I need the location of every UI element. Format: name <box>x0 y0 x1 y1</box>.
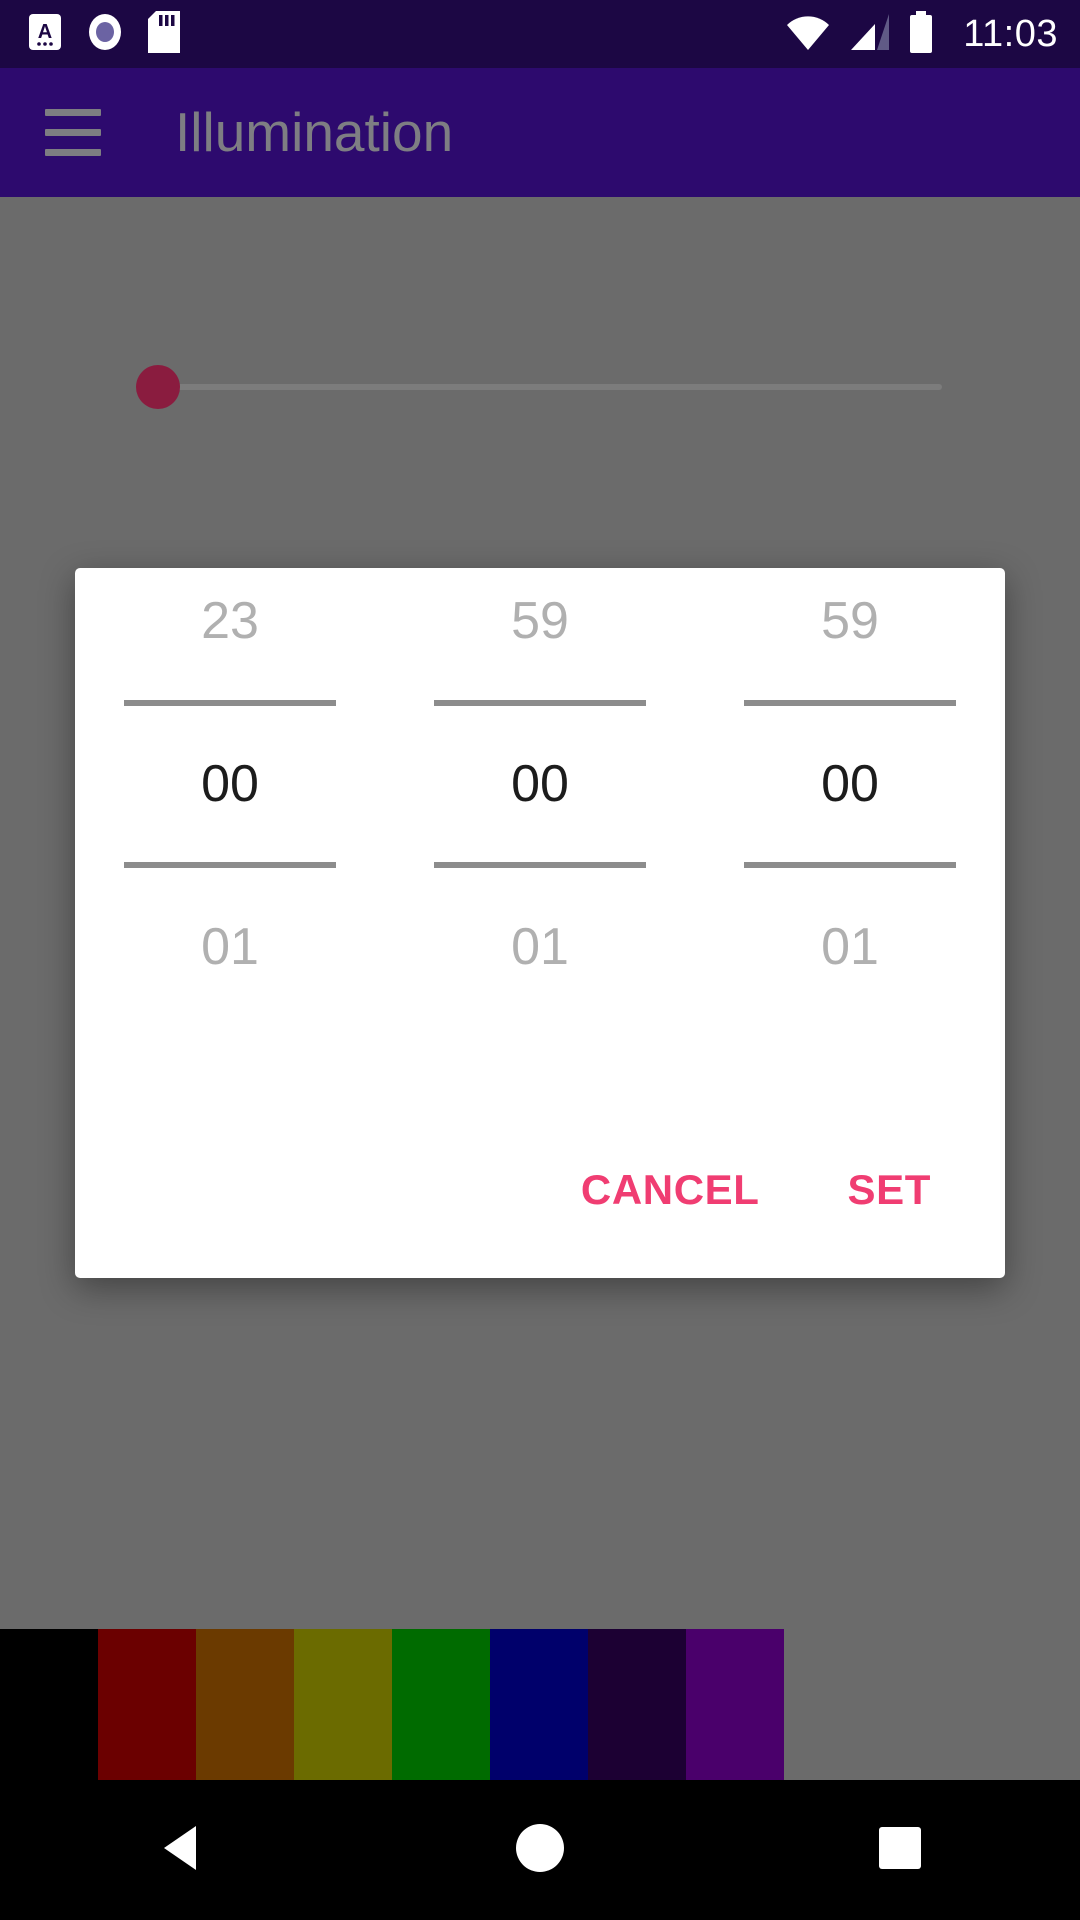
back-triangle-icon <box>156 1822 204 1879</box>
cellular-signal-icon <box>847 12 891 57</box>
hours-picker[interactable]: 23 00 01 <box>75 568 385 1098</box>
seconds-next-value[interactable]: 01 <box>821 916 879 978</box>
battery-icon <box>907 10 935 58</box>
swatch-navy[interactable] <box>490 1629 588 1780</box>
swatch-dark-purple[interactable] <box>588 1629 686 1780</box>
menu-bar-2 <box>45 129 101 136</box>
time-picker-dialog: 23 00 01 59 00 01 59 00 01 CANCEL SET <box>75 568 1005 1278</box>
nav-back-button[interactable] <box>80 1780 280 1920</box>
slider-thumb[interactable] <box>136 365 180 409</box>
brightness-slider[interactable] <box>118 357 942 417</box>
swatch-purple[interactable] <box>686 1629 784 1780</box>
swatch-brown[interactable] <box>196 1629 294 1780</box>
minutes-selected-value[interactable]: 00 <box>511 753 569 815</box>
hours-divider-top <box>124 700 336 706</box>
recents-square-icon <box>877 1825 923 1876</box>
sd-card-icon <box>148 10 180 58</box>
swatch-green[interactable] <box>392 1629 490 1780</box>
hamburger-menu-icon[interactable] <box>25 85 121 181</box>
swatch-black[interactable] <box>0 1629 98 1780</box>
page-title: Illumination <box>175 101 454 163</box>
swatch-strip-empty-area <box>784 1629 1080 1780</box>
minutes-picker[interactable]: 59 00 01 <box>385 568 695 1098</box>
app-notification-icon: A <box>28 12 62 57</box>
slider-track <box>166 384 942 390</box>
hours-divider-bottom <box>124 862 336 868</box>
hours-previous-value[interactable]: 23 <box>201 590 259 652</box>
seconds-picker[interactable]: 59 00 01 <box>695 568 1005 1098</box>
status-bar-clock: 11:03 <box>963 13 1058 55</box>
svg-text:A: A <box>38 21 52 43</box>
menu-bar-3 <box>45 149 101 156</box>
seconds-previous-value[interactable]: 59 <box>821 590 879 652</box>
time-picker-row: 23 00 01 59 00 01 59 00 01 <box>75 568 1005 1098</box>
nav-home-button[interactable] <box>440 1780 640 1920</box>
set-button[interactable]: SET <box>844 1163 935 1217</box>
minutes-previous-value[interactable]: 59 <box>511 590 569 652</box>
seconds-selected-value[interactable]: 00 <box>821 753 879 815</box>
minutes-divider-top <box>434 700 646 706</box>
phone-screen: A 11:03 Illumination 23 00 01 59 00 01 5… <box>0 0 1080 1920</box>
hours-next-value[interactable]: 01 <box>201 916 259 978</box>
minutes-divider-bottom <box>434 862 646 868</box>
status-bar: A 11:03 <box>0 0 1080 68</box>
status-bar-notification-icons: A <box>28 10 180 58</box>
color-swatch-strip <box>0 1629 1080 1780</box>
cancel-button[interactable]: CANCEL <box>577 1163 764 1217</box>
camera-ring-icon <box>86 12 124 57</box>
dialog-button-row: CANCEL SET <box>75 1102 1005 1278</box>
status-bar-system-icons: 11:03 <box>785 10 1058 58</box>
home-circle-icon <box>514 1822 566 1879</box>
navigation-bar <box>0 1780 1080 1920</box>
swatch-dark-red[interactable] <box>98 1629 196 1780</box>
seconds-divider-top <box>744 700 956 706</box>
nav-recents-button[interactable] <box>800 1780 1000 1920</box>
swatch-olive[interactable] <box>294 1629 392 1780</box>
seconds-divider-bottom <box>744 862 956 868</box>
app-bar: Illumination <box>0 68 1080 197</box>
minutes-next-value[interactable]: 01 <box>511 916 569 978</box>
wifi-icon <box>785 12 831 57</box>
hours-selected-value[interactable]: 00 <box>201 753 259 815</box>
menu-bar-1 <box>45 109 101 116</box>
